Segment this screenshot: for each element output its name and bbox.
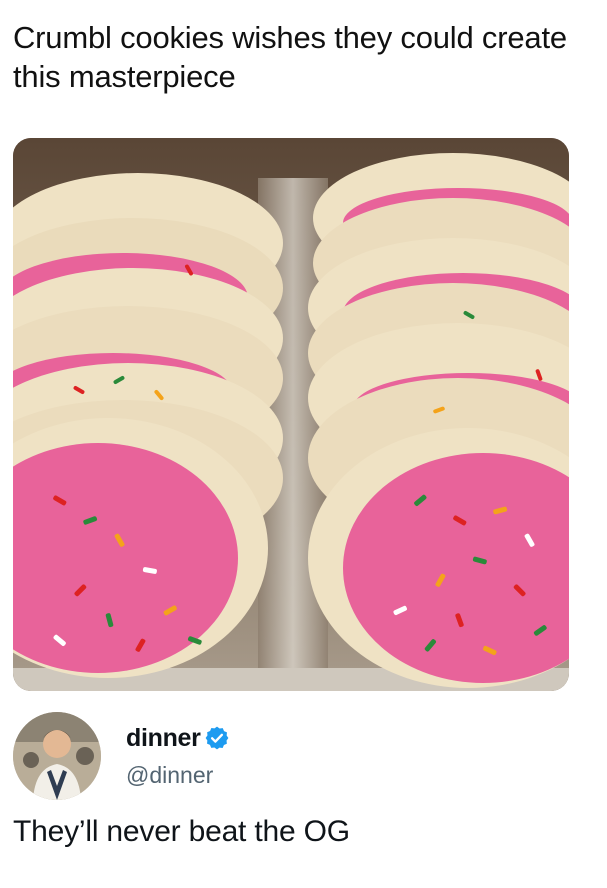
verified-badge-icon (204, 725, 230, 751)
tweet-text: They’ll never beat the OG (13, 815, 350, 848)
frosted-sugar-cookies-image (13, 138, 569, 691)
display-name-row[interactable]: dinner (126, 722, 230, 754)
display-name[interactable]: dinner (126, 724, 201, 753)
user-handle[interactable]: @dinner (126, 762, 213, 789)
cookies-photo[interactable] (13, 138, 569, 691)
avatar-image (13, 712, 101, 800)
avatar[interactable] (13, 712, 101, 800)
meme-caption: Crumbl cookies wishes they could create … (13, 20, 567, 94)
